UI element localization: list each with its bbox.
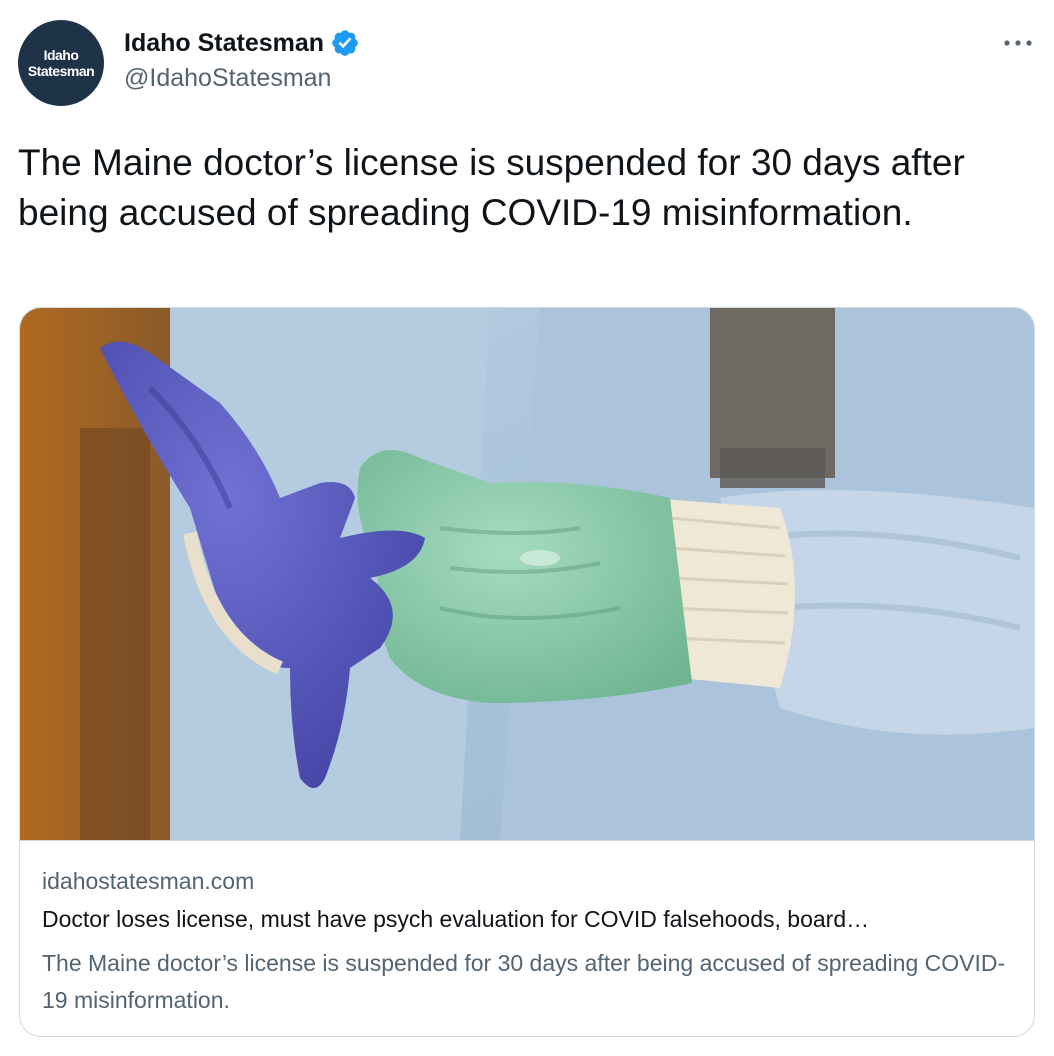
verified-badge-icon (330, 28, 360, 58)
card-description: The Maine doctor’s license is suspended … (42, 950, 1006, 1013)
tweet-text: The Maine doctor’s license is suspended … (18, 142, 965, 233)
more-options-icon (1004, 40, 1032, 46)
author-name-row: Idaho Statesman (124, 26, 360, 60)
more-options-button[interactable] (996, 28, 1040, 58)
article-photo-gloves (20, 308, 1034, 840)
card-title: Doctor loses license, must have psych ev… (42, 906, 870, 932)
tweet: Idaho Statesman Idaho Statesman @IdahoSt… (0, 0, 1054, 1056)
avatar-logo-line2: Statesman (27, 63, 95, 79)
link-preview-card[interactable]: idahostatesman.com Doctor loses license,… (19, 307, 1035, 1037)
card-domain: idahostatesman.com (42, 868, 255, 894)
author-handle[interactable]: @IdahoStatesman (124, 64, 331, 93)
avatar[interactable]: Idaho Statesman (18, 20, 104, 106)
author-display-name[interactable]: Idaho Statesman (124, 29, 324, 58)
card-divider (20, 840, 1034, 841)
avatar-logo-line1: Idaho (43, 47, 79, 63)
